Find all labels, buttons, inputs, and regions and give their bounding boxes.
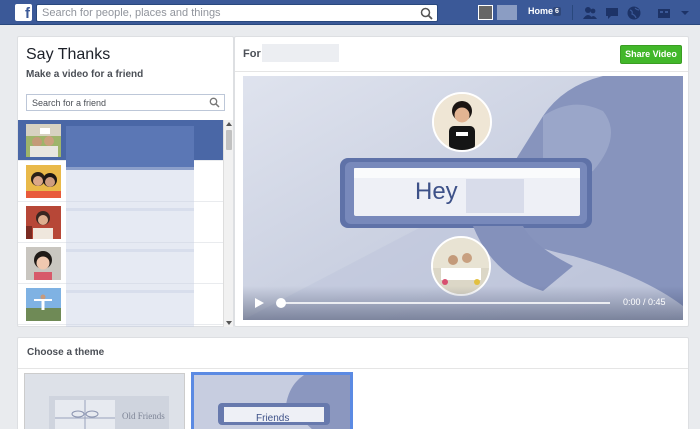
divider bbox=[235, 71, 688, 72]
theme-label: Old Friends bbox=[122, 411, 165, 421]
sender-avatar bbox=[432, 92, 492, 152]
page-title: Say Thanks bbox=[26, 46, 111, 63]
global-search[interactable] bbox=[36, 4, 438, 22]
video-editor-panel: For Share Video Hey 0:00 / 0:45 bbox=[234, 36, 689, 327]
video-time: 0:00 / 0:45 bbox=[623, 297, 666, 307]
notifications-globe-icon[interactable] bbox=[626, 5, 642, 21]
divider bbox=[18, 368, 688, 369]
video-controls: 0:00 / 0:45 bbox=[243, 286, 683, 320]
friend-search-input[interactable] bbox=[27, 95, 202, 111]
page-subtitle: Make a video for a friend bbox=[26, 69, 144, 80]
friend-avatar bbox=[26, 206, 61, 239]
friend-list-item[interactable] bbox=[18, 243, 223, 293]
friend-avatar bbox=[26, 124, 61, 157]
messages-icon[interactable] bbox=[604, 5, 620, 21]
say-thanks-panel: Say Thanks Make a video for a friend bbox=[17, 36, 234, 327]
home-count-badge: 6 bbox=[553, 7, 561, 16]
search-icon[interactable] bbox=[420, 7, 433, 20]
friend-avatar bbox=[26, 288, 61, 321]
play-icon[interactable] bbox=[255, 298, 264, 308]
home-link[interactable]: Home bbox=[528, 6, 553, 16]
theme-option-old-friends[interactable]: Old Friends bbox=[24, 373, 185, 429]
greeting-text: Hey bbox=[415, 178, 458, 205]
facebook-logo-icon[interactable]: f bbox=[15, 4, 32, 21]
friend-list-item[interactable] bbox=[18, 202, 223, 252]
friend-list-scrollbar[interactable] bbox=[223, 120, 233, 327]
share-video-button[interactable]: Share Video bbox=[620, 45, 682, 64]
greeting-name-redacted bbox=[466, 179, 524, 213]
global-search-input[interactable] bbox=[37, 5, 417, 21]
friend-avatar bbox=[26, 165, 61, 198]
theme-label: Friends bbox=[256, 413, 290, 424]
nav-divider bbox=[572, 5, 573, 20]
friend-name-redacted bbox=[66, 290, 194, 327]
friend-search[interactable] bbox=[26, 94, 225, 111]
recipient-name-redacted bbox=[262, 44, 339, 62]
friend-list-item[interactable] bbox=[18, 161, 223, 211]
settings-dropdown-icon[interactable] bbox=[677, 5, 693, 21]
scroll-up-arrow-icon[interactable] bbox=[226, 122, 232, 126]
search-icon[interactable] bbox=[209, 97, 220, 108]
profile-avatar[interactable] bbox=[478, 5, 493, 20]
video-progress-track[interactable] bbox=[277, 302, 610, 304]
scroll-thumb[interactable] bbox=[226, 130, 232, 150]
profile-name-redacted[interactable] bbox=[497, 5, 517, 20]
for-label: For bbox=[243, 48, 261, 60]
friend-requests-icon[interactable] bbox=[582, 5, 598, 21]
theme-title: Choose a theme bbox=[27, 347, 105, 358]
scroll-down-arrow-icon[interactable] bbox=[226, 321, 232, 325]
theme-option-friends[interactable]: Friends bbox=[191, 372, 353, 429]
privacy-shortcuts-icon[interactable] bbox=[656, 5, 672, 21]
video-preview[interactable]: Hey 0:00 / 0:45 bbox=[243, 76, 683, 320]
friend-list-item[interactable] bbox=[18, 284, 223, 327]
video-progress-knob[interactable] bbox=[276, 298, 286, 308]
friend-avatar bbox=[26, 247, 61, 280]
friend-list bbox=[18, 120, 233, 327]
friend-list-item[interactable] bbox=[18, 120, 223, 170]
top-bar: f Home 6 bbox=[0, 0, 700, 25]
theme-chooser: Choose a theme Old Friends Friends bbox=[17, 337, 689, 429]
